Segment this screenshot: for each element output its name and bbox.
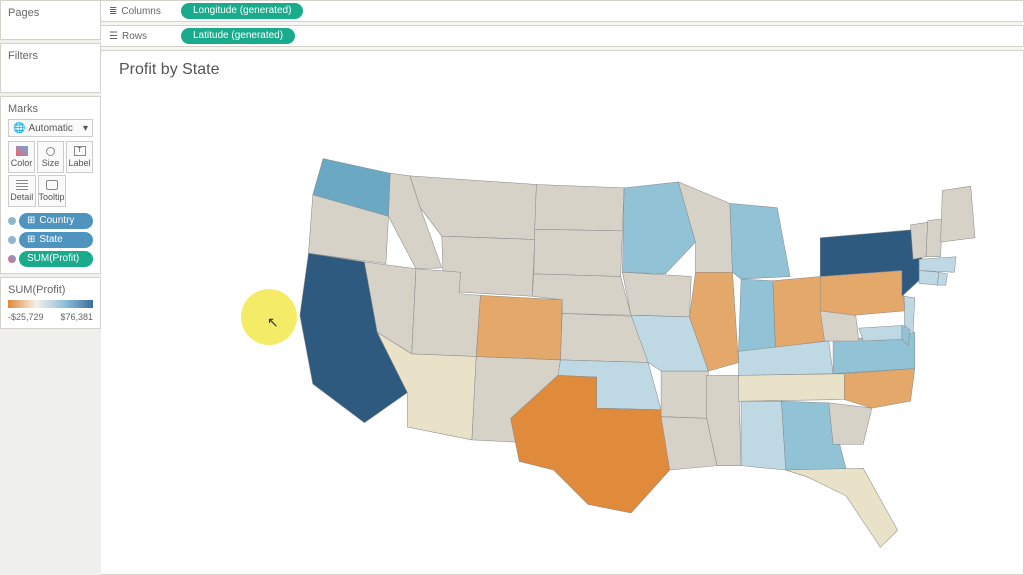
us-map[interactable]: Washington — SUM(Profit): $33,000OregonC… — [251, 126, 1011, 556]
marks-card: Marks 🌐Automatic ▾ Color Size TLabel Det… — [0, 96, 101, 274]
rows-shelf[interactable]: ☰Rows Latitude (generated) — [101, 25, 1024, 47]
pages-label: Pages — [8, 7, 93, 19]
state-arkansas[interactable]: Arkansas — [661, 371, 708, 418]
filters-shelf[interactable]: Filters — [0, 43, 101, 93]
columns-shelf[interactable]: ≣Columns Longitude (generated) — [101, 0, 1024, 22]
state-florida[interactable]: Florida — SUM(Profit): -$3,500 — [786, 468, 898, 547]
state-montana[interactable]: Montana — [410, 176, 536, 240]
viz-canvas[interactable]: Profit by State ↖ Washington — SUM(Profi… — [101, 50, 1024, 575]
state-south-carolina[interactable]: South Carolina — [829, 403, 872, 444]
state-iowa[interactable]: Iowa — [622, 272, 691, 317]
color-handle-icon — [8, 255, 16, 263]
color-legend[interactable]: SUM(Profit) -$25,729 $76,381 — [0, 277, 101, 329]
state-alabama[interactable]: Alabama — SUM(Profit): $8,000 — [741, 401, 786, 470]
color-button[interactable]: Color — [8, 141, 35, 173]
state-pill[interactable]: ⊞ State — [19, 232, 93, 248]
mark-type-dropdown[interactable]: 🌐Automatic ▾ — [8, 119, 93, 137]
latitude-pill[interactable]: Latitude (generated) — [181, 28, 295, 44]
size-icon — [46, 147, 55, 156]
state-maryland[interactable]: Maryland — SUM(Profit): $7,000 — [859, 326, 902, 341]
sumprofit-pill[interactable]: SUM(Profit) — [19, 251, 93, 267]
state-rhode-island[interactable]: Rhode Island — SUM(Profit): $7,000 — [937, 272, 947, 285]
legend-min: -$25,729 — [8, 312, 44, 322]
label-button[interactable]: TLabel — [66, 141, 93, 173]
state-north-dakota[interactable]: North Dakota — [535, 184, 624, 230]
state-connecticut[interactable]: Connecticut — SUM(Profit): $6,000 — [919, 270, 939, 285]
columns-icon: ≣ — [109, 6, 117, 17]
viz-title: Profit by State — [119, 61, 1005, 79]
color-icon — [16, 146, 28, 156]
legend-max: $76,381 — [60, 312, 93, 322]
filters-label: Filters — [8, 50, 93, 62]
tooltip-button[interactable]: Tooltip — [38, 175, 66, 207]
label-icon: T — [74, 146, 86, 156]
longitude-pill[interactable]: Longitude (generated) — [181, 3, 303, 19]
state-indiana[interactable]: Indiana — SUM(Profit): $20,000 — [739, 279, 776, 351]
detail-handle-icon — [8, 217, 16, 225]
globe-icon: 🌐 — [13, 123, 25, 134]
detail-button[interactable]: Detail — [8, 175, 36, 207]
state-south-dakota[interactable]: South Dakota — [534, 229, 623, 276]
state-maine[interactable]: Maine — [941, 186, 975, 242]
state-massachusetts[interactable]: Massachusetts — SUM(Profit): $7,000 — [919, 257, 956, 272]
chevron-down-icon: ▾ — [83, 123, 88, 134]
size-button[interactable]: Size — [37, 141, 64, 173]
rows-icon: ☰ — [109, 31, 118, 42]
legend-gradient — [8, 300, 93, 308]
country-pill[interactable]: ⊞ Country — [19, 213, 93, 229]
state-new-hampshire[interactable]: New Hampshire — [926, 219, 942, 257]
state-ohio[interactable]: Ohio — SUM(Profit): -$16,000 — [773, 277, 825, 348]
detail-handle-icon — [8, 236, 16, 244]
state-north-carolina[interactable]: North Carolina — SUM(Profit): -$7,400 — [844, 369, 915, 409]
state-tennessee[interactable]: Tennessee — SUM(Profit): -$5,000 — [739, 374, 847, 402]
marks-label: Marks — [8, 103, 93, 115]
pages-shelf[interactable]: Pages — [0, 0, 101, 40]
state-vermont[interactable]: Vermont — [911, 222, 928, 259]
state-colorado[interactable]: Colorado — SUM(Profit): -$6,500 — [476, 295, 562, 360]
legend-title: SUM(Profit) — [8, 284, 93, 296]
detail-icon — [16, 180, 28, 190]
state-new-jersey[interactable]: New Jersey — SUM(Profit): $9,000 — [904, 296, 914, 332]
state-michigan[interactable]: Michigan — SUM(Profit): $25,000 — [730, 203, 790, 279]
tooltip-icon — [46, 180, 58, 190]
state-pennsylvania[interactable]: Pennsylvania — SUM(Profit): -$15,000 — [820, 270, 904, 315]
